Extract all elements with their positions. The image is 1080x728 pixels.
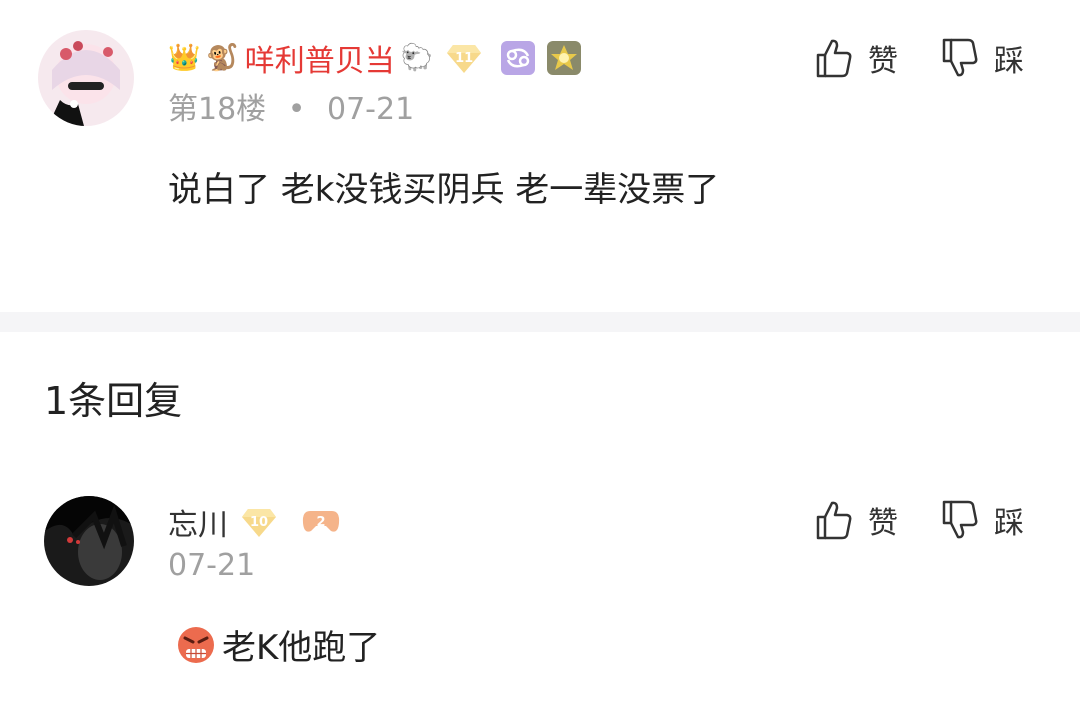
like-label: 赞 <box>868 44 898 79</box>
like-button[interactable]: 赞 <box>814 36 898 80</box>
diamond-level-icon: 10 <box>242 507 276 537</box>
comment-text: 说白了 老k没钱买阴兵 老一辈没票了 <box>168 170 720 210</box>
thumbs-down-icon <box>942 500 978 539</box>
angry-face-emoji <box>178 626 214 663</box>
reply-like-label: 赞 <box>868 506 898 541</box>
commenter-username[interactable]: 咩利普贝当 <box>245 36 395 80</box>
comment-date: 07-21 <box>326 92 415 127</box>
gamepad-badge-icon: 2 <box>302 507 340 537</box>
diamond-level-icon: 11 <box>447 43 482 73</box>
cancer-zodiac-icon <box>501 41 536 75</box>
replier-second-badge-number: 2 <box>316 514 326 530</box>
reply-content: 老K他跑了 <box>176 620 380 669</box>
section-divider <box>0 312 1080 332</box>
floor-label: 第18楼 <box>168 92 267 127</box>
reply-meta: 07-21 <box>168 548 255 583</box>
monkey-icon: 🐒 <box>206 43 239 73</box>
reply-dislike-button[interactable]: 踩 <box>940 498 1024 542</box>
sheep-icon: 🐑 <box>400 43 434 73</box>
commenter-name-row: 👑 🐒 咩利普贝当 🐑 11 <box>168 36 582 80</box>
comment-detail-page: 👑 🐒 咩利普贝当 🐑 11 第18楼 • 07-21 赞 踩 说白了 老k没钱… <box>0 0 1080 728</box>
reply-dislike-label: 踩 <box>994 506 1024 541</box>
reply-like-button[interactable]: 赞 <box>814 498 898 542</box>
commenter-avatar[interactable] <box>38 30 134 126</box>
comment-meta: 第18楼 • 07-21 <box>168 84 414 128</box>
thumbs-up-icon <box>816 39 852 78</box>
reply-text: 老K他跑了 <box>222 628 381 668</box>
meta-separator: • <box>287 92 306 127</box>
crown-icon: 👑 <box>168 43 201 73</box>
replier-username[interactable]: 忘川 <box>168 500 228 544</box>
commenter-level-number: 11 <box>455 50 474 66</box>
replies-header: 1条回复 <box>44 379 183 423</box>
comment-actions: 赞 踩 <box>814 36 1024 80</box>
replier-level-number: 10 <box>249 514 269 530</box>
medal-badge-icon <box>547 41 582 75</box>
dislike-label: 踩 <box>994 44 1024 79</box>
replier-name-row: 忘川 10 2 <box>168 500 340 544</box>
thumbs-up-icon <box>816 501 852 540</box>
thumbs-down-icon <box>942 38 978 77</box>
reply-date: 07-21 <box>168 548 256 583</box>
replier-avatar[interactable] <box>44 496 134 586</box>
reply-actions: 赞 踩 <box>814 498 1024 542</box>
dislike-button[interactable]: 踩 <box>940 36 1024 80</box>
